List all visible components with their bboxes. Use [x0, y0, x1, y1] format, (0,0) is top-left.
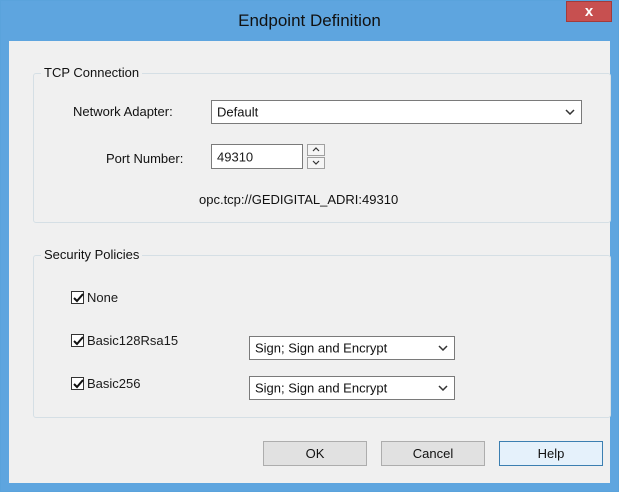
basic256-mode-value: Sign; Sign and Encrypt	[255, 380, 388, 396]
ok-button[interactable]: OK	[263, 441, 367, 466]
port-number-label: Port Number:	[106, 151, 184, 166]
tcp-connection-label: TCP Connection	[41, 65, 143, 80]
port-number-input[interactable]: 49310	[211, 144, 303, 169]
dialog-title: Endpoint Definition	[238, 11, 381, 30]
window-border-right	[610, 41, 618, 491]
chevron-down-icon	[438, 382, 448, 394]
policy-basic128rsa15-label: Basic128Rsa15	[87, 333, 179, 348]
checkbox-checked-icon[interactable]	[71, 334, 84, 347]
policy-basic256-label: Basic256	[87, 376, 141, 391]
security-policies-label: Security Policies	[41, 247, 143, 262]
checkbox-checked-icon[interactable]	[71, 291, 84, 304]
endpoint-url-text: opc.tcp://GEDIGITAL_ADRI:49310	[199, 192, 399, 207]
chevron-down-icon	[438, 342, 448, 354]
basic256-mode-dropdown[interactable]: Sign; Sign and Encrypt	[249, 376, 455, 400]
checkbox-checked-icon[interactable]	[71, 377, 84, 390]
basic128rsa15-mode-value: Sign; Sign and Encrypt	[255, 340, 388, 356]
cancel-button[interactable]: Cancel	[381, 441, 485, 466]
caret-down-icon[interactable]	[307, 157, 325, 169]
policy-none-checkbox[interactable]: None	[71, 290, 118, 305]
title-bar[interactable]: Endpoint Definition x	[1, 1, 618, 41]
network-adapter-label: Network Adapter:	[73, 104, 173, 119]
policy-none-label: None	[87, 290, 119, 305]
policy-basic128rsa15-checkbox[interactable]: Basic128Rsa15	[71, 333, 178, 348]
help-button[interactable]: Help	[499, 441, 603, 466]
endpoint-definition-dialog: Endpoint Definition x TCP Connection Net…	[0, 0, 619, 492]
port-number-value: 49310	[217, 149, 254, 164]
close-button[interactable]: x	[566, 1, 612, 22]
window-border-bottom	[1, 483, 618, 491]
chevron-down-icon	[565, 106, 575, 118]
caret-up-icon[interactable]	[307, 144, 325, 156]
window-border-left	[1, 41, 9, 491]
network-adapter-value: Default	[217, 104, 259, 120]
policy-basic256-checkbox[interactable]: Basic256	[71, 376, 140, 391]
basic128rsa15-mode-dropdown[interactable]: Sign; Sign and Encrypt	[249, 336, 455, 360]
dialog-client-area: TCP Connection Network Adapter: Default …	[9, 41, 611, 483]
network-adapter-dropdown[interactable]: Default	[211, 100, 582, 124]
